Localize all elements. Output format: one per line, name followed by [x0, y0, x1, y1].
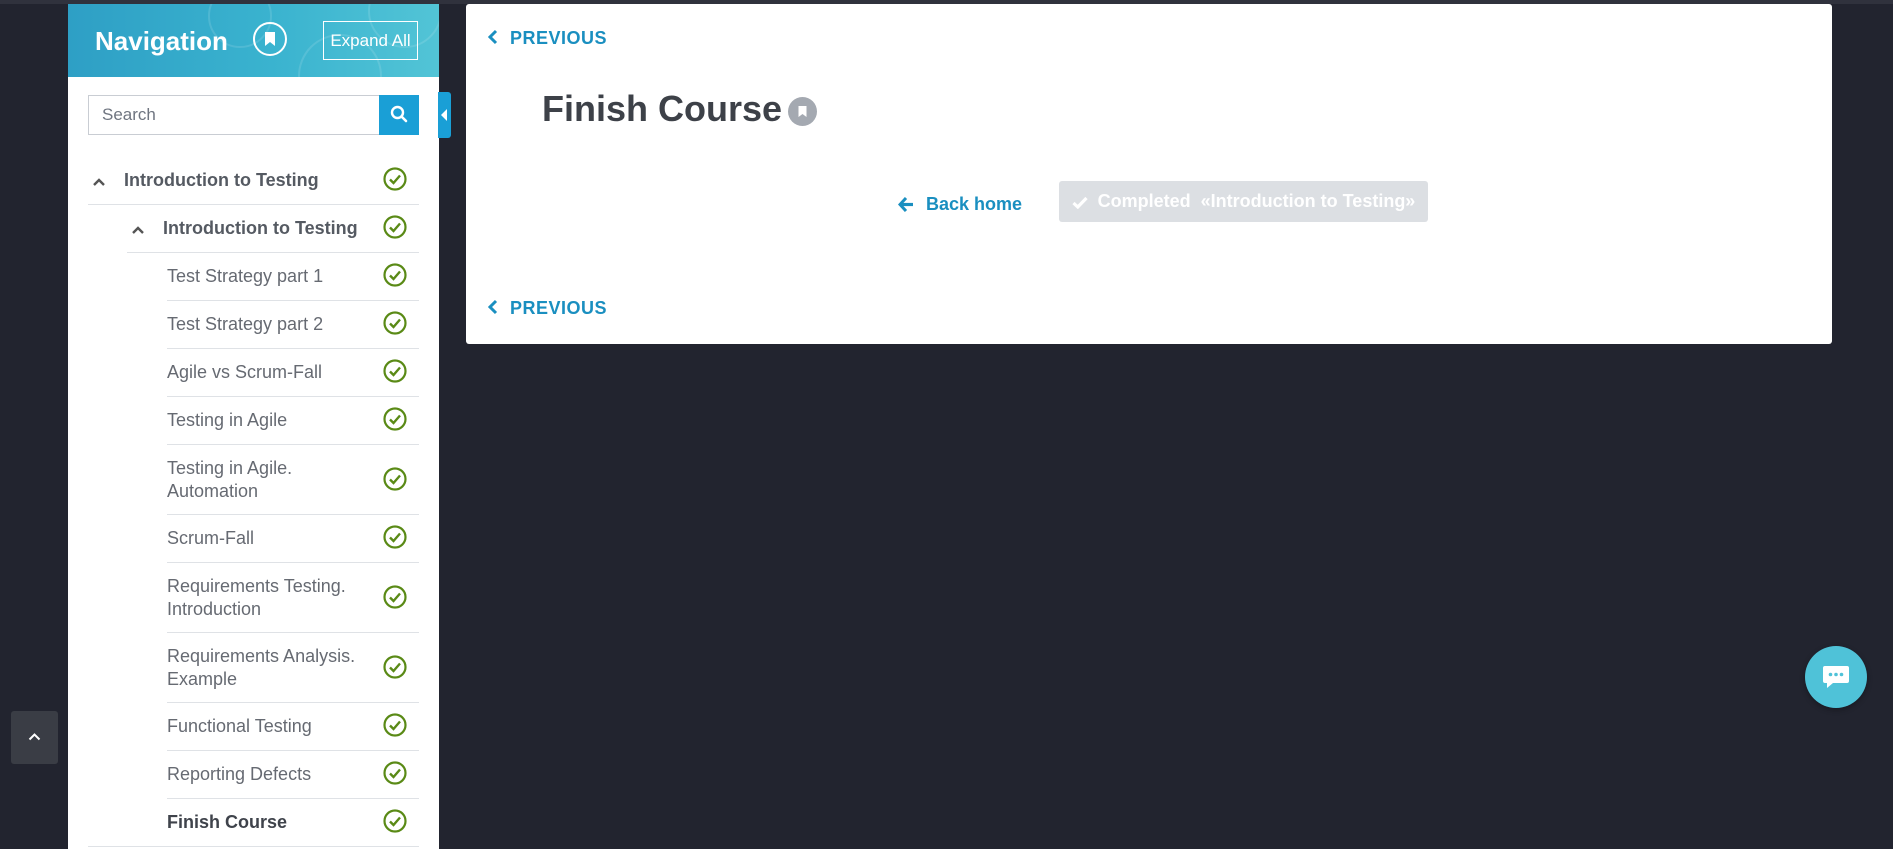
lesson-content: PREVIOUS Finish Course Back home Complet… — [466, 4, 1832, 344]
tree-item-label: Testing in Agile. — [167, 458, 293, 478]
check-circle-icon — [383, 215, 407, 239]
chevron-up-icon[interactable] — [131, 225, 145, 235]
chat-bubble-icon — [1823, 666, 1849, 688]
bookmark-lesson-button[interactable] — [788, 97, 817, 126]
tree-item-label: Test Strategy part 2 — [167, 314, 324, 334]
search-bar — [88, 95, 419, 135]
check-circle-icon — [383, 655, 407, 679]
tree-item-label: Agile vs Scrum-Fall — [167, 362, 323, 382]
back-home-label: Back home — [926, 194, 1023, 214]
back-home-link[interactable]: Back home — [897, 194, 1023, 215]
navigation-title: Navigation — [95, 26, 228, 56]
tree-item-lesson[interactable]: Testing in Agile. Automation — [167, 445, 419, 515]
search-input[interactable] — [88, 95, 380, 135]
tree-item-label: Introduction to Testing — [163, 218, 358, 238]
check-circle-icon — [383, 359, 407, 383]
chevron-left-icon — [487, 299, 498, 315]
check-circle-icon — [383, 585, 407, 609]
tree-item-module[interactable]: Introduction to Testing — [88, 157, 419, 205]
tree-item-lesson[interactable]: Test Strategy part 2 — [167, 301, 419, 349]
chevron-up-icon — [28, 733, 41, 741]
sidebar-collapse-button[interactable] — [438, 92, 451, 138]
tree-item-lesson[interactable]: Scrum-Fall — [167, 515, 419, 563]
check-circle-icon — [383, 311, 407, 335]
check-circle-icon — [383, 809, 407, 833]
navigation-sidebar: Navigation Expand All Introduction to Te… — [68, 4, 439, 849]
tree-item-lesson[interactable]: Requirements Testing. Introduction — [167, 563, 419, 633]
bookmark-icon — [265, 32, 275, 46]
tree-item-lesson[interactable]: Agile vs Scrum-Fall — [167, 349, 419, 397]
check-circle-icon — [383, 467, 407, 491]
chevron-up-icon[interactable] — [92, 177, 106, 187]
bookmark-icon — [798, 106, 807, 117]
check-circle-icon — [383, 713, 407, 737]
search-icon — [390, 105, 408, 123]
completed-button[interactable]: Completed «Introduction to Testing» — [1059, 181, 1428, 222]
previous-link-top[interactable]: PREVIOUS — [487, 28, 608, 49]
tree-item-label-line2: Example — [167, 669, 238, 689]
tree-item-label: Testing in Agile — [167, 410, 288, 430]
check-circle-icon — [383, 525, 407, 549]
bookmarks-button[interactable] — [253, 22, 287, 56]
tree-item-lesson[interactable]: Reporting Defects — [167, 751, 419, 799]
check-icon — [1072, 196, 1088, 210]
chat-button[interactable] — [1805, 646, 1867, 708]
scroll-to-top-button[interactable] — [11, 711, 58, 764]
tree-item-lesson[interactable]: Requirements Analysis. Example — [167, 633, 419, 703]
tree-item-lesson[interactable]: Functional Testing — [167, 703, 419, 751]
completed-label: Completed «Introduction to Testing» — [1097, 191, 1416, 211]
previous-label: PREVIOUS — [510, 298, 608, 318]
check-circle-icon — [383, 263, 407, 287]
arrow-left-icon — [897, 196, 913, 213]
search-button[interactable] — [379, 95, 419, 135]
tree-item-label-line2: Introduction — [167, 599, 262, 619]
tree-item-lesson[interactable]: Testing in Agile — [167, 397, 419, 445]
course-tree: Introduction to Testing Introduction to … — [68, 157, 439, 847]
tree-item-lesson-current[interactable]: Finish Course — [88, 799, 419, 847]
tree-item-label: Finish Course — [167, 812, 288, 832]
check-circle-icon — [383, 407, 407, 431]
tree-item-lesson[interactable]: Test Strategy part 1 — [167, 253, 419, 301]
tree-item-label-line2: Automation — [167, 481, 259, 501]
check-circle-icon — [383, 167, 407, 191]
tree-item-label: Scrum-Fall — [167, 528, 255, 548]
navigation-header: Navigation Expand All — [68, 4, 439, 77]
tree-item-section[interactable]: Introduction to Testing — [127, 205, 419, 253]
chevron-left-icon — [487, 29, 498, 45]
check-circle-icon — [383, 761, 407, 785]
tree-item-label: Test Strategy part 1 — [167, 266, 324, 286]
tree-item-label: Functional Testing — [167, 716, 312, 736]
page-title: Finish Course — [542, 88, 783, 129]
tree-item-label: Reporting Defects — [167, 764, 312, 784]
tree-item-label: Requirements Testing. — [167, 576, 346, 596]
tree-item-label: Introduction to Testing — [124, 170, 319, 190]
previous-link-bottom[interactable]: PREVIOUS — [487, 298, 608, 319]
previous-label: PREVIOUS — [510, 28, 608, 48]
expand-all-button[interactable]: Expand All — [323, 21, 418, 60]
tree-item-label: Requirements Analysis. — [167, 646, 356, 666]
